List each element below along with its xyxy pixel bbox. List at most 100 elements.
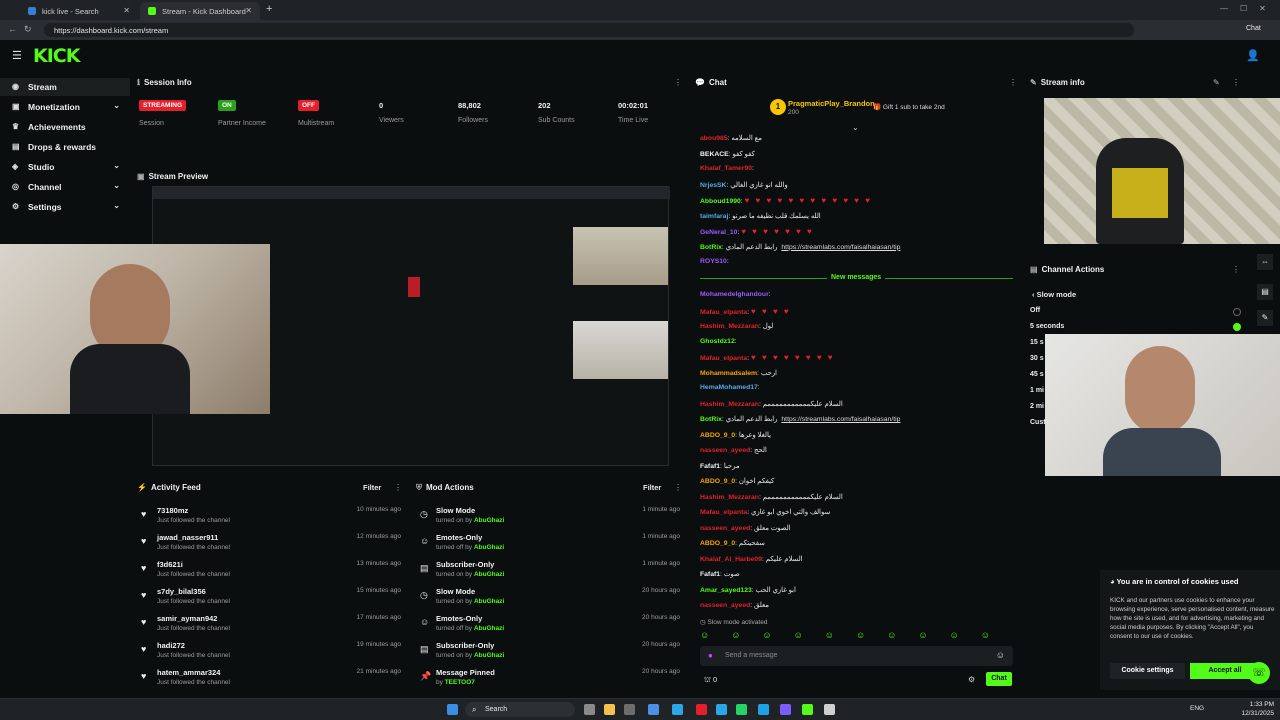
- more-icon[interactable]: ⋮: [1009, 78, 1017, 87]
- slow-mode-option[interactable]: 1 mi: [1030, 387, 1044, 394]
- support-chat-icon[interactable]: ☏: [1248, 662, 1270, 684]
- menu-icon[interactable]: ☰: [12, 49, 22, 62]
- slow-mode-option[interactable]: 5 seconds: [1030, 323, 1064, 330]
- moderator-name[interactable]: AbuGhazi: [474, 571, 504, 578]
- emote-bar[interactable]: ☺☺☺☺☺☺☺☺☺☺: [700, 630, 1013, 642]
- chat-username[interactable]: nasseen_ayeed: [700, 525, 750, 532]
- slow-mode-option[interactable]: Off: [1030, 307, 1040, 314]
- moderator-name[interactable]: AbuGhazi: [474, 517, 504, 524]
- close-icon[interactable]: ✕: [123, 6, 130, 15]
- cookie-settings-button[interactable]: Cookie settings: [1110, 663, 1185, 679]
- chat-button[interactable]: Chat: [1246, 23, 1276, 37]
- chat-username[interactable]: Hashim_Mezzaran: [700, 494, 759, 501]
- follower-name[interactable]: s7dy_bilal356: [157, 587, 206, 596]
- file-explorer-icon[interactable]: [604, 704, 615, 715]
- activity-filter-button[interactable]: Filter: [363, 483, 381, 492]
- back-icon[interactable]: ←: [8, 24, 17, 34]
- chat-username[interactable]: BotRix: [700, 244, 722, 251]
- new-tab-button[interactable]: +: [266, 3, 272, 15]
- slow-mode-option[interactable]: 15 s: [1030, 339, 1044, 346]
- follower-name[interactable]: 73180mz: [157, 506, 188, 515]
- chat-username[interactable]: abou985: [700, 135, 728, 142]
- language-indicator[interactable]: ENG: [1190, 705, 1204, 712]
- moderator-name[interactable]: AbuGhazi: [474, 598, 504, 605]
- app-icon[interactable]: [624, 704, 635, 715]
- pinned-user[interactable]: PragmaticPlay_Brandon: [788, 99, 875, 108]
- side-tool-icon[interactable]: ▤: [1257, 284, 1273, 300]
- more-icon[interactable]: ⋮: [1232, 265, 1240, 274]
- emoji-icon[interactable]: ☺: [996, 650, 1005, 660]
- chat-username[interactable]: NrjesSK: [700, 182, 726, 189]
- follower-name[interactable]: hatem_ammar324: [157, 668, 220, 677]
- sidebar-item-studio[interactable]: ◈ Studio ⌄: [0, 158, 130, 176]
- task-view-icon[interactable]: [584, 704, 595, 715]
- sidebar-item-stream[interactable]: ◉ Stream: [0, 78, 130, 96]
- chat-username[interactable]: Mohamedelghandour: [700, 291, 769, 298]
- chat-username[interactable]: Amar_sayed123: [700, 587, 752, 594]
- app-icon[interactable]: [802, 704, 813, 715]
- chat-username[interactable]: ABDO_9_0: [700, 540, 735, 547]
- chat-username[interactable]: Hashim_Mezzaran: [700, 323, 759, 330]
- clock[interactable]: 1:33 PM: [1236, 701, 1274, 708]
- browser-tab-search[interactable]: kick live - Search ✕: [20, 2, 138, 20]
- chat-username[interactable]: Ghostdz12: [700, 338, 735, 345]
- moderator-name[interactable]: AbuGhazi: [474, 625, 504, 632]
- mic-icon[interactable]: ●: [708, 651, 713, 660]
- chat-username[interactable]: Fafaf1: [700, 463, 720, 470]
- app-icon[interactable]: [780, 704, 791, 715]
- chat-send-button[interactable]: Chat: [986, 672, 1012, 686]
- app-icon[interactable]: [648, 704, 659, 715]
- telegram-icon[interactable]: [716, 704, 727, 715]
- url-field[interactable]: https://dashboard.kick.com/stream: [44, 23, 1134, 37]
- chat-username[interactable]: Mafau_elpanta: [700, 355, 747, 362]
- chat-username[interactable]: Abboud1990: [700, 198, 741, 205]
- chat-username[interactable]: ABDO_9_0: [700, 432, 735, 439]
- edit-icon[interactable]: ✎: [1213, 78, 1220, 87]
- slow-mode-option[interactable]: 45 s: [1030, 371, 1044, 378]
- chat-username[interactable]: Hashim_Mezzaran: [700, 401, 759, 408]
- more-icon[interactable]: ⋮: [394, 483, 402, 492]
- more-icon[interactable]: ⋮: [674, 483, 682, 492]
- avatar[interactable]: 👤: [1246, 49, 1260, 62]
- whatsapp-icon[interactable]: [736, 704, 747, 715]
- sidebar-item-channel[interactable]: ◎ Channel ⌄: [0, 178, 130, 196]
- more-icon[interactable]: ⋮: [674, 78, 682, 87]
- wrench-icon[interactable]: ✎: [1257, 310, 1273, 326]
- window-controls[interactable]: —☐✕: [1220, 4, 1278, 13]
- sidebar-item-achievements[interactable]: ♛ Achievements: [0, 118, 130, 136]
- moderator-name[interactable]: TEETOO7: [445, 679, 475, 686]
- browser-tab-dashboard[interactable]: Stream - Kick Dashboard ✕: [140, 2, 260, 20]
- follower-name[interactable]: samir_ayman942: [157, 614, 217, 623]
- edge-icon[interactable]: [758, 704, 769, 715]
- radio-selected[interactable]: [1233, 323, 1241, 331]
- gift-sub-prompt[interactable]: 🎁 Gift 1 sub to take 2nd: [873, 103, 945, 111]
- more-icon[interactable]: ⋮: [1232, 78, 1240, 87]
- chat-username[interactable]: BotRix: [700, 416, 722, 423]
- chat-username[interactable]: nasseen_ayeed: [700, 447, 750, 454]
- chat-username[interactable]: ROYS10: [700, 258, 727, 265]
- chat-username[interactable]: Fafaf1: [700, 571, 720, 578]
- moderator-name[interactable]: AbuGhazi: [474, 652, 504, 659]
- app-icon[interactable]: [824, 704, 835, 715]
- chat-link[interactable]: https://streamlabs.com/faisalhaiasan/tip: [781, 416, 900, 423]
- slow-mode-header[interactable]: ‹ Slow mode: [1032, 290, 1076, 299]
- app-icon[interactable]: [672, 704, 683, 715]
- slow-mode-option[interactable]: Cust: [1030, 419, 1046, 426]
- kick-logo[interactable]: KICK: [33, 45, 80, 67]
- close-icon[interactable]: ✕: [245, 6, 252, 15]
- mod-filter-button[interactable]: Filter: [643, 483, 661, 492]
- chat-username[interactable]: Mafau_elpanta: [700, 509, 747, 516]
- sidebar-item-drops[interactable]: ▤ Drops & rewards: [0, 138, 130, 156]
- refresh-icon[interactable]: ↻: [24, 24, 32, 35]
- chat-username[interactable]: Khalaf_Tamer90: [700, 165, 752, 172]
- chat-username[interactable]: GeNeral_10: [700, 229, 737, 236]
- chat-username[interactable]: Mafau_elpanta: [700, 309, 747, 316]
- chat-link[interactable]: https://streamlabs.com/faisalhaiasan/tip: [781, 244, 900, 251]
- sidebar-item-monetization[interactable]: ▣ Monetization ⌄: [0, 98, 130, 116]
- chat-username[interactable]: HemaMohamed17: [700, 384, 758, 391]
- slow-mode-option[interactable]: 2 mi: [1030, 403, 1044, 410]
- chat-username[interactable]: nasseen_ayeed: [700, 602, 750, 609]
- chat-username[interactable]: Mohammadsalem: [700, 370, 757, 377]
- chat-username[interactable]: BEKACE: [700, 151, 729, 158]
- side-tool-icon[interactable]: ⇔: [1257, 254, 1273, 270]
